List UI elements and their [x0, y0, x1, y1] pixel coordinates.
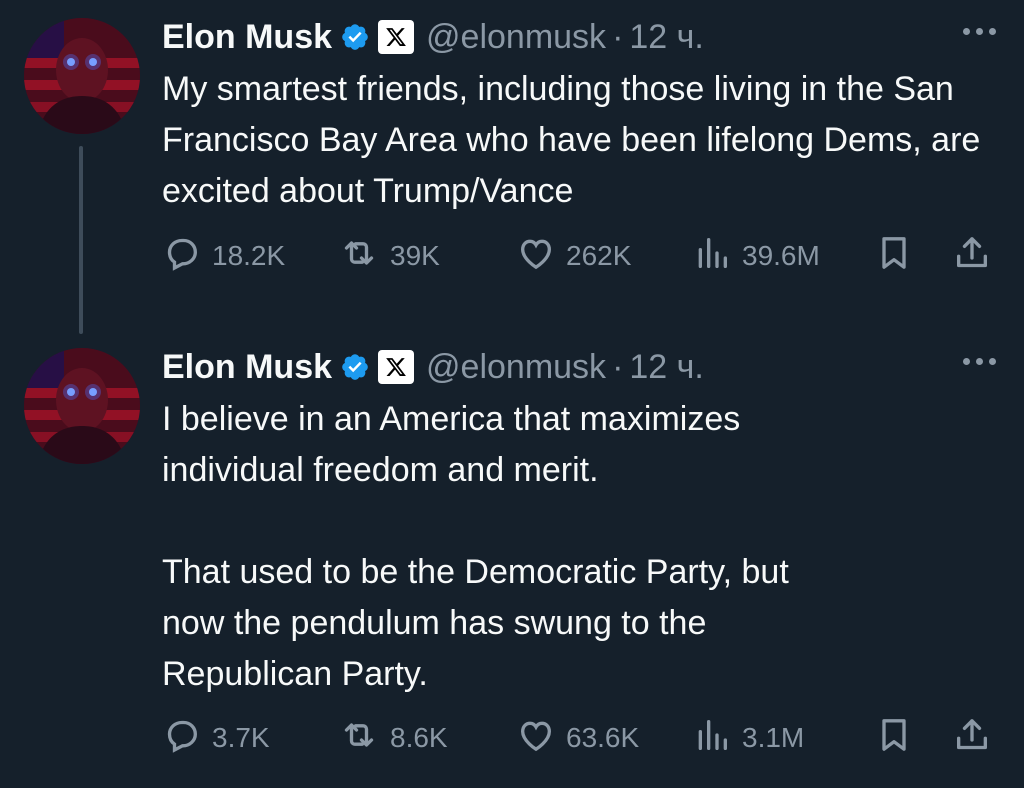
separator-dot: ·	[612, 347, 624, 386]
bookmark-icon	[874, 715, 914, 762]
reply-count: 18.2K	[212, 240, 286, 271]
verified-badge-icon[interactable]	[340, 352, 370, 382]
timestamp[interactable]: 12 ч.	[629, 348, 703, 387]
bookmark-icon	[874, 233, 914, 280]
views-chart-icon	[692, 715, 732, 762]
views-button[interactable]: 3.1M	[692, 718, 804, 758]
more-options-icon[interactable]	[963, 28, 996, 35]
repost-button[interactable]: 8.6K	[338, 718, 448, 758]
tweet-text: I believe in an America that maximizes i…	[162, 394, 1002, 700]
avatar[interactable]	[24, 348, 140, 464]
reply-button[interactable]: 3.7K	[162, 718, 270, 758]
thread-connector-line	[79, 146, 83, 334]
share-icon	[952, 715, 992, 762]
tweet[interactable]: Elon Musk @elonmusk · 12 ч. My smartest …	[0, 0, 1024, 334]
share-button[interactable]	[952, 718, 992, 758]
author-name[interactable]: Elon Musk	[162, 348, 332, 387]
repost-icon	[338, 233, 380, 280]
action-bar: 3.7K 8.6K 63.6K 3.1M	[162, 718, 1002, 758]
author-handle[interactable]: @elonmusk	[426, 348, 606, 387]
reply-count: 3.7K	[212, 722, 270, 753]
author-name[interactable]: Elon Musk	[162, 18, 332, 57]
reply-button[interactable]: 18.2K	[162, 236, 285, 276]
avatar[interactable]	[24, 18, 140, 134]
like-count: 63.6K	[566, 722, 640, 753]
more-options-icon[interactable]	[963, 358, 996, 365]
tweet-header: Elon Musk @elonmusk · 12 ч.	[162, 344, 704, 390]
like-button[interactable]: 63.6K	[516, 718, 639, 758]
reply-icon	[162, 715, 202, 762]
x-logo-icon[interactable]	[378, 350, 415, 384]
author-handle[interactable]: @elonmusk	[426, 18, 606, 57]
repost-button[interactable]: 39K	[338, 236, 440, 276]
reply-icon	[162, 233, 202, 280]
verified-badge-icon[interactable]	[340, 22, 370, 52]
x-logo-icon[interactable]	[378, 20, 415, 54]
views-chart-icon	[692, 233, 732, 280]
like-count: 262K	[566, 240, 632, 271]
tweet[interactable]: Elon Musk @elonmusk · 12 ч. I believe in…	[0, 330, 1024, 788]
timestamp[interactable]: 12 ч.	[629, 18, 703, 57]
heart-icon	[516, 233, 556, 280]
tweet-paragraph: That used to be the Democratic Party, bu…	[162, 553, 789, 693]
bookmark-button[interactable]	[874, 718, 914, 758]
heart-icon	[516, 715, 556, 762]
views-count: 3.1M	[742, 722, 805, 753]
repost-count: 39K	[390, 240, 440, 271]
like-button[interactable]: 262K	[516, 236, 631, 276]
repost-icon	[338, 715, 380, 762]
tweet-text: My smartest friends, including those liv…	[162, 64, 1002, 217]
repost-count: 8.6K	[390, 722, 448, 753]
separator-dot: ·	[612, 17, 624, 56]
share-icon	[952, 233, 992, 280]
views-count: 39.6M	[742, 240, 820, 271]
tweet-header: Elon Musk @elonmusk · 12 ч.	[162, 14, 704, 60]
share-button[interactable]	[952, 236, 992, 276]
views-button[interactable]: 39.6M	[692, 236, 820, 276]
action-bar: 18.2K 39K 262K 39.6M	[162, 236, 1002, 276]
tweet-paragraph: My smartest friends, including those liv…	[162, 70, 981, 210]
bookmark-button[interactable]	[874, 236, 914, 276]
tweet-paragraph: I believe in an America that maximizes i…	[162, 400, 741, 489]
